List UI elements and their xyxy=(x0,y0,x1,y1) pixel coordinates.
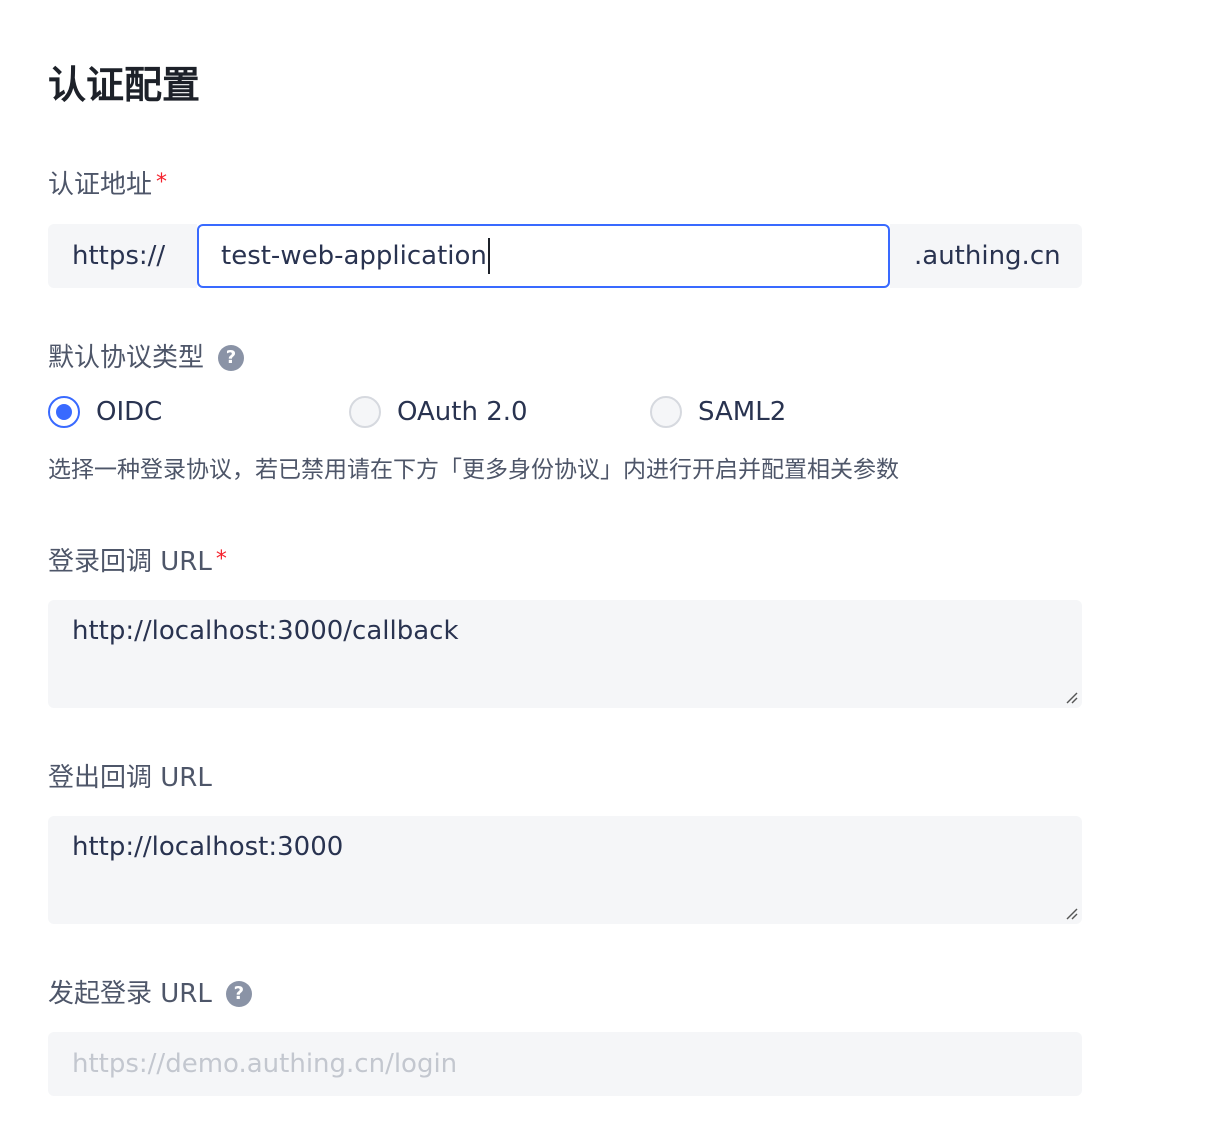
login-callback-textarea[interactable]: http://localhost:3000/callback xyxy=(48,600,1082,708)
login-callback-value: http://localhost:3000/callback xyxy=(72,616,459,646)
protocol-label-text: 默认协议类型 xyxy=(48,343,205,373)
auth-address-input[interactable]: test-web-application xyxy=(197,224,890,288)
logout-callback-value: http://localhost:3000 xyxy=(72,832,344,862)
resize-handle-icon[interactable] xyxy=(1064,906,1078,920)
auth-address-group: https:// test-web-application .authing.c… xyxy=(48,224,1082,288)
radio-unchecked-icon xyxy=(650,396,682,428)
auth-config-page: 认证配置 认证地址 * https:// test-web-applicatio… xyxy=(0,0,1218,1144)
radio-oidc-label: OIDC xyxy=(96,397,163,427)
auth-address-label: 认证地址 * xyxy=(48,168,167,202)
initiate-login-label: 发起登录 URL ? xyxy=(48,977,252,1011)
logout-callback-label: 登出回调 URL xyxy=(48,761,212,795)
required-mark: * xyxy=(215,547,227,572)
logout-callback-label-text: 登出回调 URL xyxy=(48,763,212,793)
radio-dot xyxy=(56,404,72,420)
protocol-label: 默认协议类型 ? xyxy=(48,341,245,375)
initiate-login-placeholder: https://demo.authing.cn/login xyxy=(72,1049,458,1079)
radio-oidc[interactable]: OIDC xyxy=(48,394,162,430)
auth-address-label-text: 认证地址 xyxy=(48,170,153,200)
radio-oauth2-label: OAuth 2.0 xyxy=(397,397,528,427)
auth-address-suffix: .authing.cn xyxy=(890,224,1082,288)
required-mark: * xyxy=(156,170,168,195)
question-circle-icon[interactable]: ? xyxy=(218,345,245,371)
auth-address-value: test-web-application xyxy=(221,241,487,271)
question-circle-icon[interactable]: ? xyxy=(225,981,252,1007)
radio-checked-icon xyxy=(48,396,80,428)
initiate-login-label-text: 发起登录 URL xyxy=(48,979,212,1009)
logout-callback-textarea[interactable]: http://localhost:3000 xyxy=(48,816,1082,924)
radio-oauth2[interactable]: OAuth 2.0 xyxy=(349,394,528,430)
initiate-login-input[interactable]: https://demo.authing.cn/login xyxy=(48,1032,1082,1096)
login-callback-label: 登录回调 URL * xyxy=(48,545,227,579)
protocol-hint: 选择一种登录协议，若已禁用请在下方「更多身份协议」内进行开启并配置相关参数 xyxy=(48,457,899,483)
resize-handle-icon[interactable] xyxy=(1064,690,1078,704)
auth-address-prefix: https:// xyxy=(48,224,197,288)
radio-saml2[interactable]: SAML2 xyxy=(650,394,786,430)
login-callback-label-text: 登录回调 URL xyxy=(48,547,212,577)
text-caret xyxy=(487,238,490,274)
section-title: 认证配置 xyxy=(48,63,201,107)
radio-saml2-label: SAML2 xyxy=(698,397,787,427)
radio-unchecked-icon xyxy=(349,396,381,428)
